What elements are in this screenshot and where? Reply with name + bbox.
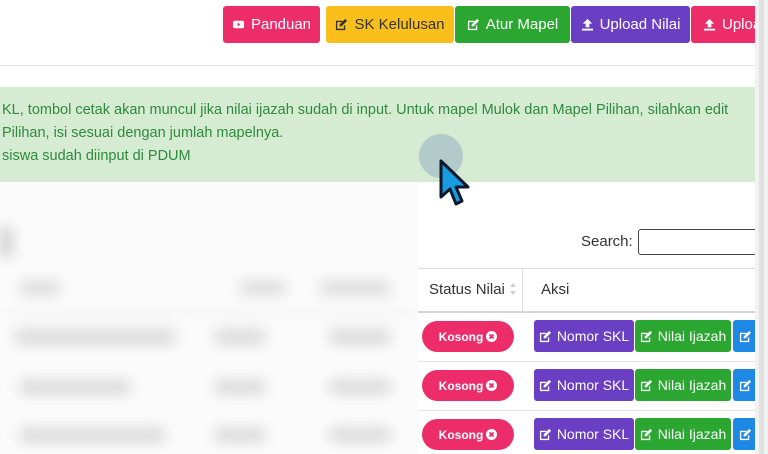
upload-icon: [703, 18, 716, 31]
panduan-label: Panduan: [250, 16, 312, 33]
upload-nilai-button[interactable]: Upload Nilai: [571, 6, 690, 43]
search-label: Search:: [581, 233, 633, 250]
column-divider: [522, 268, 523, 312]
upload-second-button[interactable]: Uploa: [691, 6, 755, 43]
edit-extra-button[interactable]: [733, 369, 755, 401]
sort-icon[interactable]: [509, 282, 517, 296]
edit-icon: [739, 428, 752, 440]
scrollbar-thumb[interactable]: [759, 0, 764, 454]
upload-second-label: Uploa: [722, 16, 755, 33]
status-badge-kosong[interactable]: Kosong: [422, 370, 514, 401]
panduan-button[interactable]: Panduan: [223, 6, 320, 43]
edit-icon: [640, 379, 652, 391]
nilai-ijazah-button[interactable]: Nilai Ijazah: [635, 418, 731, 450]
video-icon: [232, 20, 245, 29]
edit-extra-button[interactable]: [733, 320, 755, 352]
info-line-2: Pilihan, isi sesuai dengan jumlah mapeln…: [2, 125, 284, 141]
sk-kelulusan-label: SK Kelulusan: [354, 16, 445, 33]
status-badge-kosong[interactable]: Kosong: [422, 419, 514, 450]
edit-icon: [739, 379, 752, 391]
search-input[interactable]: [638, 229, 755, 255]
close-icon: [486, 331, 498, 342]
edit-icon: [336, 18, 348, 31]
atur-mapel-button[interactable]: Atur Mapel: [455, 6, 570, 43]
scrollbar[interactable]: [755, 0, 768, 454]
close-icon: [486, 380, 498, 391]
edit-icon: [539, 330, 551, 342]
edit-extra-button[interactable]: [733, 418, 755, 450]
upload-icon: [581, 18, 593, 31]
table-header-top-border: [418, 268, 755, 269]
nomor-skl-button[interactable]: Nomor SKL: [534, 320, 634, 352]
nilai-ijazah-button[interactable]: Nilai Ijazah: [635, 369, 731, 401]
row-divider: [418, 361, 755, 362]
edit-icon: [539, 428, 551, 440]
mouse-cursor-icon: [439, 159, 470, 206]
column-header-aksi: Aksi: [541, 281, 570, 298]
column-header-status-nilai[interactable]: Status Nilai: [429, 281, 505, 298]
close-icon: [486, 429, 498, 440]
table-header-bottom-border: [418, 311, 755, 313]
edit-icon: [467, 18, 479, 31]
sk-kelulusan-button[interactable]: SK Kelulusan: [326, 6, 454, 43]
edit-icon: [640, 330, 652, 342]
edit-icon: [539, 379, 551, 391]
info-line-1: KL, tombol cetak akan muncul jika nilai …: [2, 102, 729, 118]
row-divider: [418, 410, 755, 411]
status-badge-kosong[interactable]: Kosong: [422, 321, 514, 352]
blurred-region: [0, 182, 418, 454]
edit-icon: [739, 330, 752, 342]
nilai-ijazah-button[interactable]: Nilai Ijazah: [635, 320, 731, 352]
toolbar-divider: [0, 65, 755, 66]
edit-icon: [640, 428, 652, 440]
table-panel: Search: Status Nilai Aksi Kosong Nomor S…: [418, 182, 755, 454]
info-line-3: siswa sudah diinput di PDUM: [2, 148, 191, 164]
upload-nilai-label: Upload Nilai: [599, 16, 681, 33]
nomor-skl-button[interactable]: Nomor SKL: [534, 369, 634, 401]
info-alert: KL, tombol cetak akan muncul jika nilai …: [0, 87, 755, 182]
nomor-skl-button[interactable]: Nomor SKL: [534, 418, 634, 450]
atur-mapel-label: Atur Mapel: [485, 16, 559, 33]
